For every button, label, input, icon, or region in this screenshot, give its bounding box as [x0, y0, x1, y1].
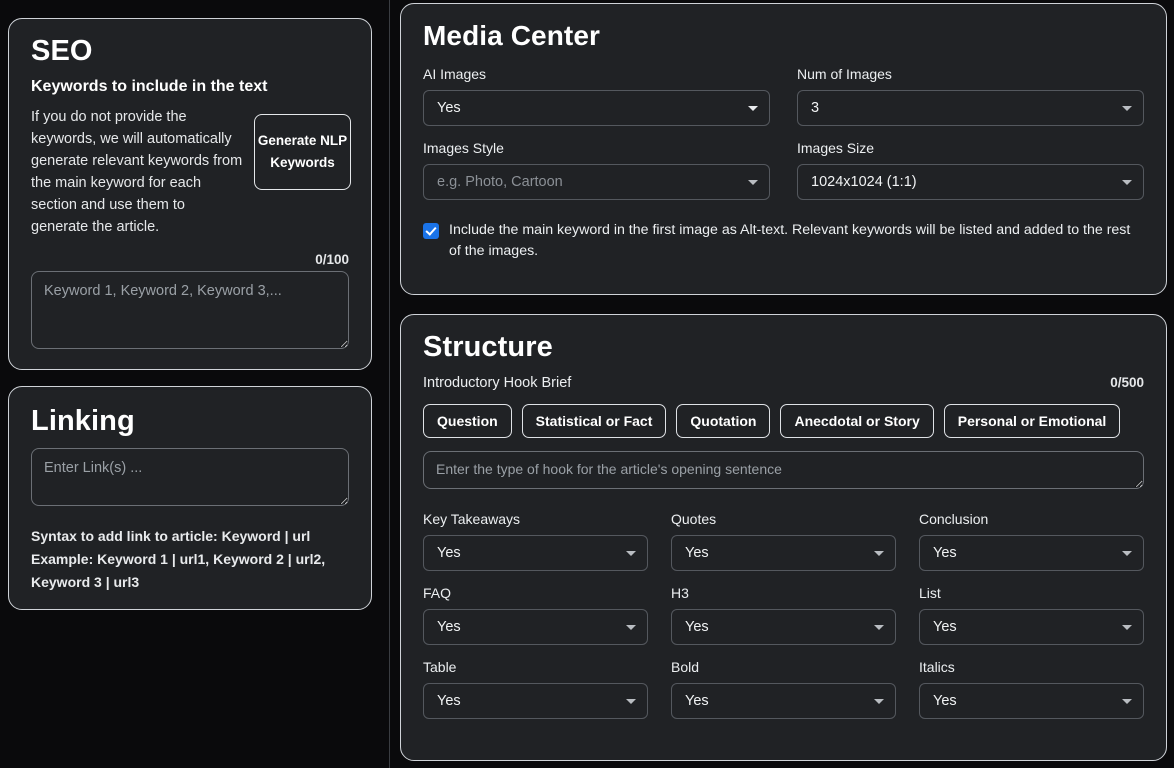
alt-text-checkbox-row[interactable]: Include the main keyword in the first im…	[423, 220, 1144, 262]
select-faq-value: Yes	[437, 619, 461, 635]
chevron-down-icon	[1122, 625, 1132, 630]
field-label-quotes: Quotes	[671, 511, 717, 527]
alt-text-checkbox-label: Include the main keyword in the first im…	[449, 222, 1131, 259]
select-num-of-images-value: 3	[811, 100, 820, 116]
select-h3[interactable]: Yes	[671, 609, 896, 645]
linking-syntax-line-3: Keyword 3 | url3	[31, 574, 140, 590]
field-h3: H3 Yes	[671, 585, 896, 645]
select-num-of-images[interactable]: 3	[797, 90, 1144, 126]
chevron-down-icon	[874, 625, 884, 630]
field-list: List Yes	[919, 585, 1144, 645]
select-conclusion-value: Yes	[933, 545, 957, 561]
hook-chip-statistical-or-fact[interactable]: Statistical or Fact	[521, 404, 667, 438]
field-label-italics: Italics	[919, 659, 955, 675]
chevron-down-icon	[626, 699, 636, 704]
seo-card: SEO Keywords to include in the text If y…	[8, 18, 372, 370]
linking-syntax-line-1: Syntax to add link to article: Keyword |…	[31, 528, 311, 544]
media-center-title: Media Center	[423, 20, 601, 51]
select-table-value: Yes	[437, 693, 461, 709]
field-label-list: List	[919, 585, 941, 601]
linking-links-input[interactable]	[31, 448, 349, 506]
hook-type-chips: Question Statistical or Fact Quotation A…	[423, 404, 1144, 438]
settings-page: SEO Keywords to include in the text If y…	[0, 0, 1174, 768]
linking-card: Linking Syntax to add link to article: K…	[8, 386, 372, 610]
select-images-size[interactable]: 1024x1024 (1:1)	[797, 164, 1144, 200]
hook-chip-quotation[interactable]: Quotation	[676, 404, 771, 438]
generate-nlp-keywords-button[interactable]: Generate NLP Keywords	[254, 114, 351, 190]
field-images-style: Images Style e.g. Photo, Cartoon	[423, 140, 770, 200]
linking-title: Linking	[31, 405, 135, 437]
select-quotes-value: Yes	[685, 545, 709, 561]
hook-chip-personal-or-emotional[interactable]: Personal or Emotional	[943, 404, 1121, 438]
select-bold-value: Yes	[685, 693, 709, 709]
select-ai-images-value: Yes	[437, 100, 461, 116]
structure-card: Structure Introductory Hook Brief 0/500 …	[400, 314, 1167, 761]
chevron-down-icon	[1122, 106, 1132, 111]
field-num-of-images: Num of Images 3	[797, 66, 1144, 126]
field-label-h3: H3	[671, 585, 689, 601]
select-images-style[interactable]: e.g. Photo, Cartoon	[423, 164, 770, 200]
field-label-bold: Bold	[671, 659, 700, 675]
select-key-takeaways-value: Yes	[437, 545, 461, 561]
select-bold[interactable]: Yes	[671, 683, 896, 719]
alt-text-checkbox[interactable]	[423, 223, 439, 239]
field-quotes: Quotes Yes	[671, 511, 896, 571]
field-bold: Bold Yes	[671, 659, 896, 719]
select-italics[interactable]: Yes	[919, 683, 1144, 719]
select-list[interactable]: Yes	[919, 609, 1144, 645]
chevron-down-icon	[748, 180, 758, 185]
field-ai-images: AI Images Yes	[423, 66, 770, 126]
field-key-takeaways: Key Takeaways Yes	[423, 511, 648, 571]
select-table[interactable]: Yes	[423, 683, 648, 719]
structure-title: Structure	[423, 331, 553, 363]
hook-chip-question[interactable]: Question	[423, 404, 512, 438]
chevron-down-icon	[626, 625, 636, 630]
chevron-down-icon	[1122, 180, 1132, 185]
chevron-down-icon	[874, 551, 884, 556]
chevron-down-icon	[1122, 551, 1132, 556]
field-table: Table Yes	[423, 659, 648, 719]
hook-brief-input[interactable]	[423, 451, 1144, 489]
linking-syntax-line-2: Example: Keyword 1 | url1, Keyword 2 | u…	[31, 551, 326, 567]
field-label-images-size: Images Size	[797, 140, 875, 156]
right-column: Media Center AI Images Yes Num of Images…	[390, 0, 1174, 768]
field-label-num-of-images: Num of Images	[797, 66, 892, 82]
media-center-card: Media Center AI Images Yes Num of Images…	[400, 3, 1167, 295]
hook-chip-anecdotal-or-story[interactable]: Anecdotal or Story	[780, 404, 934, 438]
field-label-table: Table	[423, 659, 457, 675]
seo-subtitle: Keywords to include in the text	[31, 78, 268, 95]
select-h3-value: Yes	[685, 619, 709, 635]
select-faq[interactable]: Yes	[423, 609, 648, 645]
field-images-size: Images Size 1024x1024 (1:1)	[797, 140, 1144, 200]
seo-keywords-input[interactable]	[31, 271, 349, 349]
field-label-images-style: Images Style	[423, 140, 504, 156]
field-faq: FAQ Yes	[423, 585, 648, 645]
linking-syntax-text: Syntax to add link to article: Keyword |…	[31, 525, 349, 594]
field-label-faq: FAQ	[423, 585, 452, 601]
left-column: SEO Keywords to include in the text If y…	[0, 0, 389, 768]
seo-help-text: If you do not provide the keywords, we w…	[31, 109, 243, 235]
generate-nlp-keywords-label: Generate NLP Keywords	[257, 133, 348, 170]
select-ai-images[interactable]: Yes	[423, 90, 770, 126]
field-italics: Italics Yes	[919, 659, 1144, 719]
chevron-down-icon	[874, 699, 884, 704]
seo-title: SEO	[31, 35, 93, 67]
select-quotes[interactable]: Yes	[671, 535, 896, 571]
field-label-conclusion: Conclusion	[919, 511, 989, 527]
select-conclusion[interactable]: Yes	[919, 535, 1144, 571]
select-list-value: Yes	[933, 619, 957, 635]
select-italics-value: Yes	[933, 693, 957, 709]
chevron-down-icon	[748, 106, 758, 111]
chevron-down-icon	[1122, 699, 1132, 704]
hook-brief-counter: 0/500	[1110, 375, 1144, 390]
hook-brief-label: Introductory Hook Brief	[423, 375, 572, 391]
seo-keywords-counter: 0/100	[315, 252, 349, 267]
select-images-size-value: 1024x1024 (1:1)	[811, 174, 917, 190]
select-key-takeaways[interactable]: Yes	[423, 535, 648, 571]
field-conclusion: Conclusion Yes	[919, 511, 1144, 571]
select-images-style-value: e.g. Photo, Cartoon	[437, 174, 563, 190]
field-label-key-takeaways: Key Takeaways	[423, 511, 521, 527]
chevron-down-icon	[626, 551, 636, 556]
field-label-ai-images: AI Images	[423, 66, 487, 82]
